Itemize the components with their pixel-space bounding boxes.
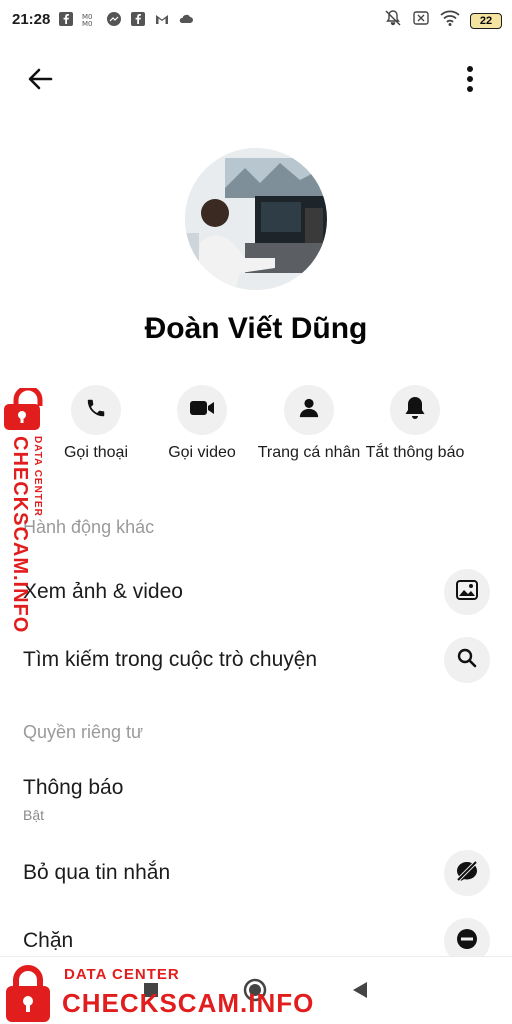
action-video-call[interactable]: Gọi video: [142, 385, 262, 462]
block-label: Chặn: [23, 929, 74, 952]
view-media-button[interactable]: [444, 569, 490, 615]
watermark-bottom: DATA CENTER CHECKSCAM.INFO: [0, 958, 320, 1024]
facebook-icon: [130, 11, 146, 27]
notification-icons: M0 M0: [58, 11, 194, 28]
ignore-messages-label: Bỏ qua tin nhắn: [23, 861, 171, 884]
top-bar: [0, 55, 512, 105]
status-bar: 21:28 M0 M0 22: [0, 0, 512, 38]
search-button[interactable]: [444, 637, 490, 683]
mi-icon: M0 M0: [82, 11, 98, 28]
action-profile[interactable]: Trang cá nhân: [249, 385, 369, 462]
triangle-back-icon: [351, 981, 369, 1004]
image-icon: [456, 579, 478, 605]
person-icon: [298, 397, 320, 424]
watermark-bottom-sub: DATA CENTER: [64, 966, 180, 983]
video-call-button[interactable]: [177, 385, 227, 435]
mute-bell-icon: [384, 9, 402, 32]
row-ignore-messages[interactable]: Bỏ qua tin nhắn: [0, 843, 512, 903]
bell-icon: [404, 396, 426, 425]
back-button[interactable]: [20, 61, 60, 101]
avatar[interactable]: [185, 148, 327, 290]
search-conversation-label: Tìm kiếm trong cuộc trò chuyện: [23, 648, 318, 671]
cloud-icon: [178, 11, 194, 27]
more-vertical-icon: [466, 65, 474, 98]
lock-icon: [4, 962, 52, 1024]
quick-actions: Gọi thoại Gọi video Trang cá nhân Tắt th…: [40, 385, 490, 475]
gmail-icon: [154, 11, 170, 27]
wifi-icon: [440, 9, 460, 32]
mute-button[interactable]: [390, 385, 440, 435]
watermark-side-main: CHECKSCAM.INFO: [9, 436, 31, 634]
mute-label: Tắt thông báo: [365, 444, 465, 461]
row-search-conversation[interactable]: Tìm kiếm trong cuộc trò chuyện: [0, 630, 512, 690]
more-options-button[interactable]: [460, 61, 480, 101]
battery-indicator: 22: [470, 12, 502, 29]
row-view-media[interactable]: Xem ảnh & video: [0, 562, 512, 622]
ignore-messages-button[interactable]: [444, 850, 490, 896]
facebook-icon: [58, 11, 74, 27]
no-sim-icon: [412, 9, 430, 32]
profile-label: Trang cá nhân: [257, 444, 361, 461]
video-call-label: Gọi video: [168, 444, 236, 461]
profile-button[interactable]: [284, 385, 334, 435]
video-camera-icon: [189, 397, 215, 424]
voice-call-button[interactable]: [71, 385, 121, 435]
profile-name: Đoàn Viết Dũng: [144, 312, 368, 345]
watermark-side-sub: DATA CENTER: [32, 436, 43, 517]
lock-icon: [2, 385, 56, 436]
row-notifications[interactable]: Thông báo Bật: [0, 762, 512, 832]
status-time: 21:28: [12, 10, 51, 28]
messenger-icon: [106, 11, 122, 27]
watermark-bottom-main: CHECKSCAM.INFO: [62, 988, 315, 1018]
svg-text:M0: M0: [82, 20, 93, 27]
notifications-label: Thông báo: [23, 776, 124, 799]
notifications-status: Bật: [23, 807, 45, 823]
phone-icon: [85, 397, 107, 424]
block-icon: [456, 928, 478, 955]
action-mute[interactable]: Tắt thông báo: [355, 385, 475, 462]
watermark-side: CHECKSCAM.INFO DATA CENTER: [2, 385, 58, 638]
section-privacy: Quyền riêng tư: [23, 722, 144, 742]
arrow-left-icon: [26, 65, 54, 98]
system-icons: 22: [384, 9, 502, 32]
ignore-icon: [455, 859, 479, 888]
back-nav-button[interactable]: [345, 977, 375, 1007]
search-icon: [457, 648, 477, 673]
